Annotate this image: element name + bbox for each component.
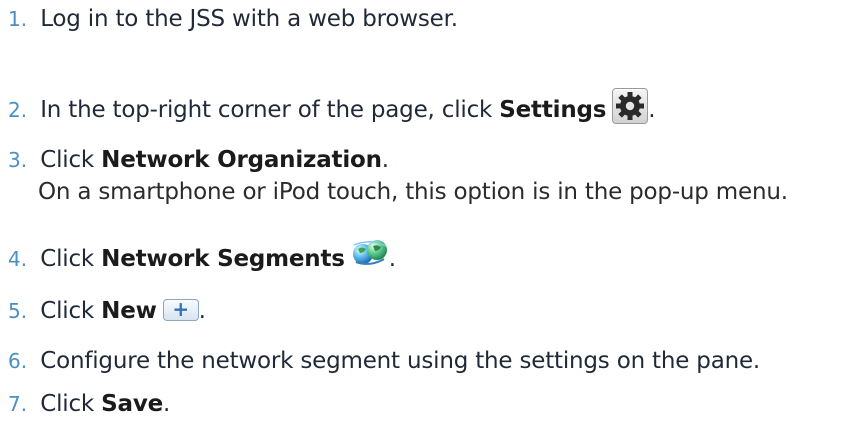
network-organization-label: Network Organization bbox=[101, 147, 382, 173]
step-text: Configure the network segment using the … bbox=[40, 348, 761, 374]
step-number: 5. bbox=[8, 299, 28, 323]
settings-label: Settings bbox=[499, 97, 607, 123]
step-6: 6. Configure the network segment using t… bbox=[8, 345, 843, 377]
step-5: 5. Click New +. bbox=[8, 295, 843, 327]
step-text-after: . bbox=[388, 246, 396, 272]
step-text: Log in to the JSS with a web browser. bbox=[40, 6, 458, 32]
instruction-steps: 1. Log in to the JSS with a web browser.… bbox=[0, 0, 847, 423]
step-text: Click bbox=[40, 246, 95, 272]
save-label: Save bbox=[101, 391, 164, 417]
step-number: 6. bbox=[8, 349, 28, 373]
step-7: 7. Click Save. bbox=[8, 388, 843, 420]
step-text: In the top-right corner of the page, cli… bbox=[40, 97, 493, 123]
step-text-after: . bbox=[198, 298, 206, 324]
step-text: Click bbox=[40, 147, 95, 173]
plus-icon: + bbox=[162, 298, 199, 321]
step-number: 7. bbox=[8, 392, 28, 416]
step-text-after: . bbox=[381, 147, 389, 173]
step-text: Click bbox=[40, 391, 95, 417]
new-label: New bbox=[101, 298, 157, 324]
step-number: 3. bbox=[8, 148, 28, 172]
step-4: 4. Click Network Segments . bbox=[8, 239, 843, 275]
globe-network-icon bbox=[351, 237, 389, 269]
step-subtext: On a smartphone or iPod touch, this opti… bbox=[38, 179, 788, 205]
network-segments-label: Network Segments bbox=[101, 246, 345, 272]
step-2: 2. In the top-right corner of the page, … bbox=[8, 87, 843, 126]
step-text: Click bbox=[40, 298, 95, 324]
step-3: 3. Click Network Organization. On a smar… bbox=[8, 144, 843, 208]
step-text-after: . bbox=[163, 391, 171, 417]
gear-icon bbox=[612, 87, 649, 124]
step-number: 2. bbox=[8, 98, 28, 122]
step-number: 4. bbox=[8, 247, 28, 271]
step-text-after: . bbox=[648, 97, 656, 123]
step-number: 1. bbox=[8, 7, 28, 31]
step-1: 1. Log in to the JSS with a web browser. bbox=[8, 3, 843, 35]
